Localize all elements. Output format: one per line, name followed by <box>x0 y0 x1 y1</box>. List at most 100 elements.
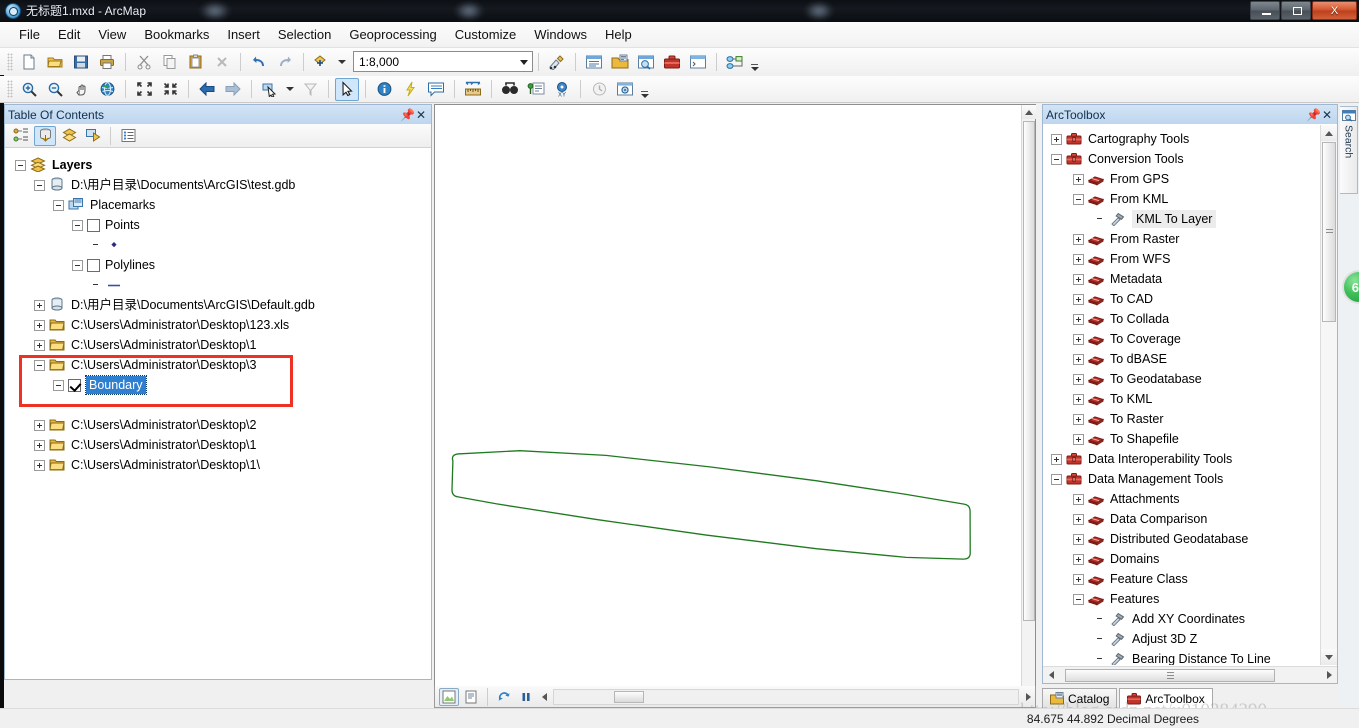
expand-plus-icon[interactable] <box>1073 353 1084 365</box>
list-by-source-icon[interactable] <box>34 125 56 146</box>
dock-tab-catalog[interactable]: Catalog <box>1042 688 1118 708</box>
menu-customize[interactable]: Customize <box>446 24 525 45</box>
toolbox-tree-item[interactable]: Distributed Geodatabase <box>1043 529 1320 549</box>
collapse-minus-icon[interactable] <box>34 179 45 191</box>
pin-icon[interactable]: 📌 <box>1306 108 1321 122</box>
toolbox-tree-item[interactable]: Bearing Distance To Line <box>1043 649 1320 665</box>
toolbox-tree-item[interactable]: Attachments <box>1043 489 1320 509</box>
minimize-button[interactable] <box>1250 1 1280 20</box>
toolbox-tree-item[interactable]: From Raster <box>1043 229 1320 249</box>
cut-icon[interactable] <box>132 50 156 73</box>
collapse-minus-icon[interactable] <box>72 259 83 271</box>
expand-plus-icon[interactable] <box>1073 573 1084 585</box>
toc-tree-item[interactable]: C:\Users\Administrator\Desktop\1\ <box>5 455 431 475</box>
toc-tree-item[interactable]: Placemarks <box>5 195 431 215</box>
menu-file[interactable]: File <box>10 24 49 45</box>
toc-tree-item[interactable] <box>5 275 431 295</box>
fixed-zoom-in-icon[interactable] <box>132 78 156 101</box>
toolbox-tree-item[interactable]: Data Management Tools <box>1043 469 1320 489</box>
find-icon[interactable] <box>498 78 522 101</box>
table-of-contents-icon[interactable] <box>582 50 606 73</box>
data-view-icon[interactable] <box>439 687 459 706</box>
expand-plus-icon[interactable] <box>1073 293 1084 305</box>
expand-plus-icon[interactable] <box>1073 433 1084 445</box>
python-window-icon[interactable] <box>686 50 710 73</box>
toolbar-overflow-button[interactable] <box>750 52 759 72</box>
full-extent-icon[interactable] <box>95 78 119 101</box>
expand-plus-icon[interactable] <box>1073 493 1084 505</box>
expand-plus-icon[interactable] <box>34 339 45 351</box>
search-icon[interactable] <box>634 50 658 73</box>
collapse-minus-icon[interactable] <box>15 159 26 171</box>
menu-help[interactable]: Help <box>596 24 641 45</box>
hscroll-left-arrow-icon[interactable] <box>1043 668 1059 683</box>
select-features-icon[interactable] <box>258 78 282 101</box>
menu-windows[interactable]: Windows <box>525 24 596 45</box>
toc-tree-item[interactable]: C:\Users\Administrator\Desktop\3 <box>5 355 431 375</box>
hscroll-right-arrow-icon[interactable] <box>1021 692 1035 701</box>
paste-icon[interactable] <box>184 50 208 73</box>
close-icon[interactable]: ✕ <box>1320 108 1334 122</box>
collapse-minus-icon[interactable] <box>53 379 64 391</box>
toolbox-tree-item[interactable]: KML To Layer <box>1043 209 1320 229</box>
add-data-icon[interactable] <box>310 50 334 73</box>
layout-view-icon[interactable] <box>461 688 481 706</box>
scrollbar-thumb[interactable] <box>614 690 644 703</box>
toolbar-grip[interactable] <box>7 80 13 98</box>
toc-tree-item[interactable]: C:\Users\Administrator\Desktop\1 <box>5 335 431 355</box>
toolbox-tree-item[interactable]: Data Comparison <box>1043 509 1320 529</box>
toc-tree-item[interactable] <box>5 235 431 255</box>
toolbox-tree-item[interactable]: To Geodatabase <box>1043 369 1320 389</box>
copy-icon[interactable] <box>158 50 182 73</box>
hscroll-right-arrow-icon[interactable] <box>1321 668 1337 683</box>
toolbox-tree-item[interactable]: Metadata <box>1043 269 1320 289</box>
toolbox-tree-item[interactable]: Feature Class <box>1043 569 1320 589</box>
toolbox-tree-item[interactable]: Cartography Tools <box>1043 129 1320 149</box>
toolbox-tree-item[interactable]: To dBASE <box>1043 349 1320 369</box>
close-button[interactable]: X <box>1312 1 1357 20</box>
pan-icon[interactable] <box>69 78 93 101</box>
toc-tree-item[interactable]: Layers <box>5 155 431 175</box>
toc-tree-item[interactable]: Polylines <box>5 255 431 275</box>
expand-plus-icon[interactable] <box>1051 453 1062 465</box>
editor-toolbar-icon[interactable] <box>545 50 569 73</box>
expand-plus-icon[interactable] <box>1051 133 1062 145</box>
hyperlink-icon[interactable] <box>398 78 422 101</box>
toc-tree-item[interactable] <box>5 395 431 415</box>
toc-tree-item[interactable]: Boundary <box>5 375 431 395</box>
toolbox-tree-item[interactable]: To CAD <box>1043 289 1320 309</box>
toolbox-tree-item[interactable]: To Shapefile <box>1043 429 1320 449</box>
layer-checkbox-checked[interactable] <box>68 378 81 392</box>
redo-icon[interactable] <box>273 50 297 73</box>
select-features-dropdown-icon[interactable] <box>284 78 296 101</box>
select-elements-icon[interactable] <box>335 77 359 101</box>
undo-icon[interactable] <box>247 50 271 73</box>
toc-tree-item[interactable]: C:\Users\Administrator\Desktop\123.xls <box>5 315 431 335</box>
toolbox-tree-item[interactable]: From WFS <box>1043 249 1320 269</box>
expand-plus-icon[interactable] <box>34 439 45 451</box>
toolbox-tree-item[interactable]: To KML <box>1043 389 1320 409</box>
collapse-minus-icon[interactable] <box>1073 193 1084 205</box>
toc-tree-item[interactable]: D:\用户目录\Documents\ArcGIS\test.gdb <box>5 175 431 195</box>
toolbox-tree-item[interactable]: To Coverage <box>1043 329 1320 349</box>
expand-plus-icon[interactable] <box>1073 373 1084 385</box>
search-panel-tab[interactable]: Search <box>1340 106 1358 194</box>
expand-plus-icon[interactable] <box>1073 313 1084 325</box>
create-viewer-window-icon[interactable] <box>613 78 637 101</box>
map-horizontal-scrollbar[interactable] <box>553 688 1019 705</box>
toc-tree-item[interactable]: C:\Users\Administrator\Desktop\2 <box>5 415 431 435</box>
close-icon[interactable]: ✕ <box>414 108 428 122</box>
toolbox-tree-item[interactable]: Data Interoperability Tools <box>1043 449 1320 469</box>
menu-bookmarks[interactable]: Bookmarks <box>135 24 218 45</box>
delete-icon[interactable] <box>210 50 234 73</box>
scrollbar-thumb[interactable] <box>1023 121 1035 621</box>
expand-plus-icon[interactable] <box>34 299 45 311</box>
identify-icon[interactable] <box>372 78 396 101</box>
time-slider-icon[interactable] <box>587 78 611 101</box>
toolbox-tree-item[interactable]: To Raster <box>1043 409 1320 429</box>
scroll-up-arrow-icon[interactable] <box>1321 125 1337 141</box>
map-canvas[interactable] <box>435 105 1021 707</box>
toolbox-tree-item[interactable]: Add XY Coordinates <box>1043 609 1320 629</box>
layer-checkbox-unchecked[interactable] <box>87 218 100 232</box>
map-scale-combobox[interactable]: 1:8,000 <box>353 51 533 72</box>
